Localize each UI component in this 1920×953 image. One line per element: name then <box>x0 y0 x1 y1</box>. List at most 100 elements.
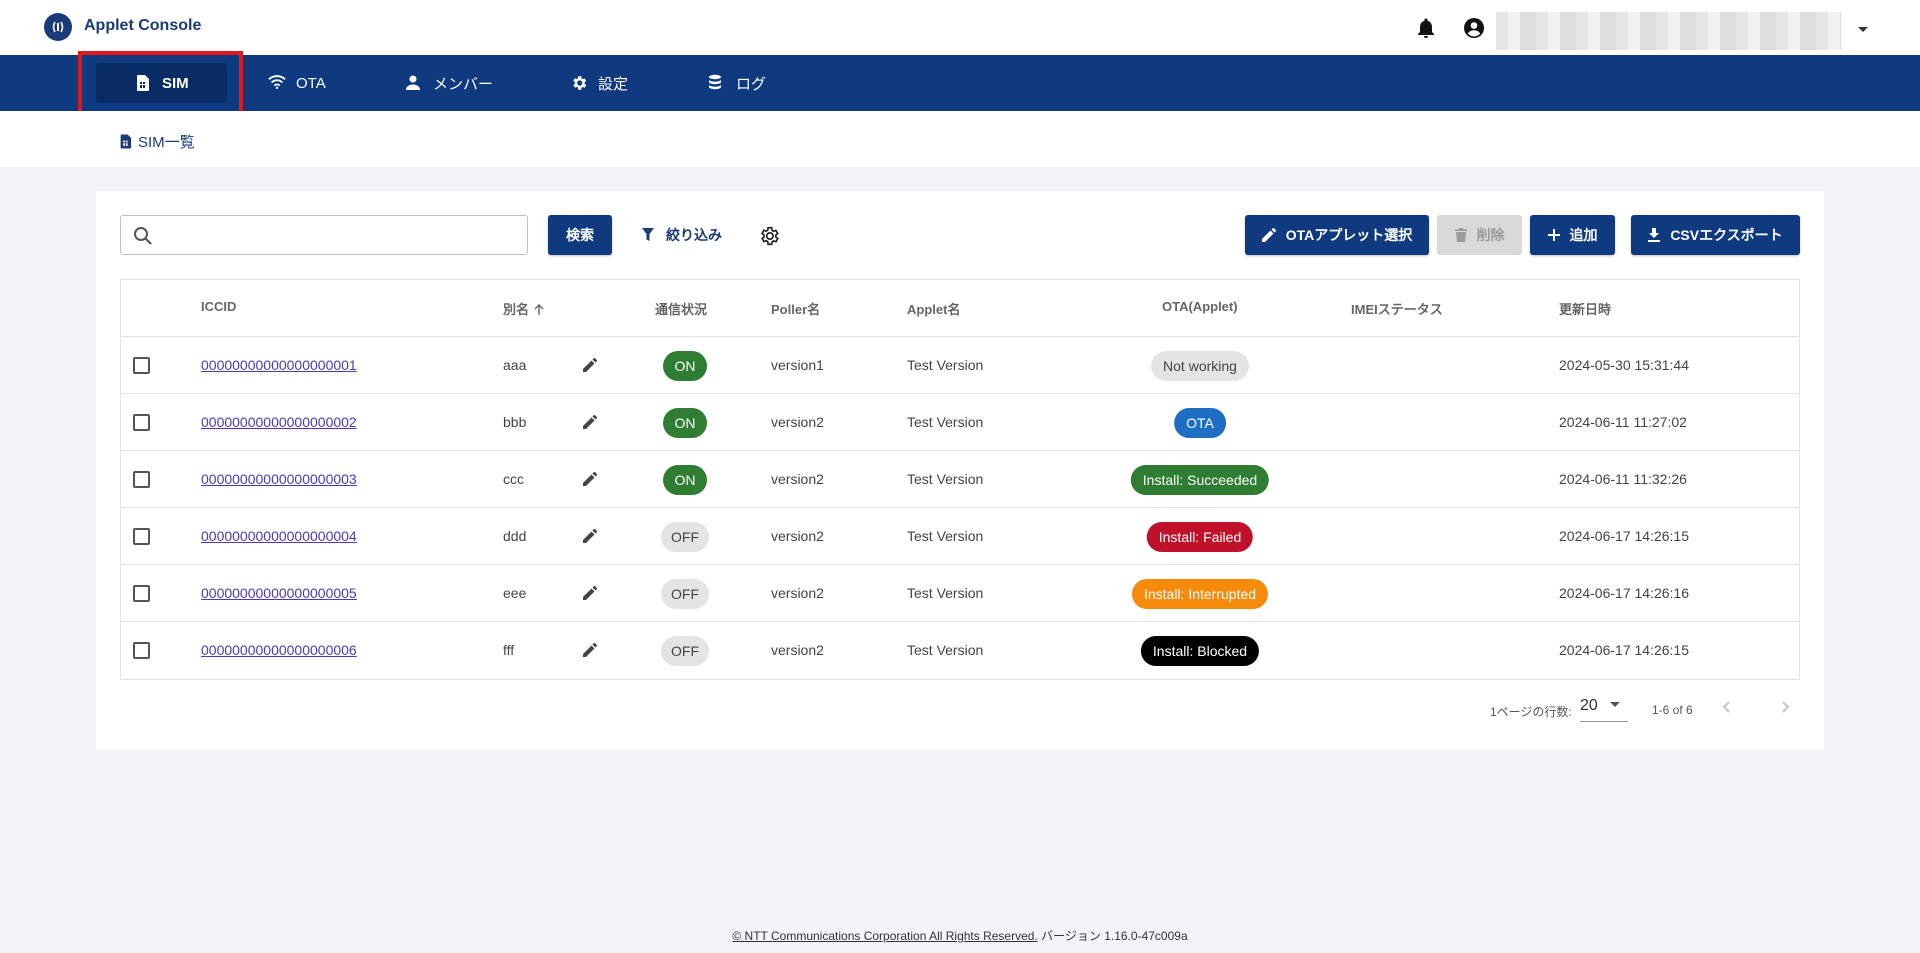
nav-item-label: ログ <box>736 75 767 93</box>
edit-pencil-icon[interactable] <box>583 643 597 657</box>
column-header-iccid[interactable]: ICCID <box>201 299 236 314</box>
sim-card-icon <box>134 74 152 92</box>
search-button[interactable]: 検索 <box>548 215 612 255</box>
column-settings-gear-icon[interactable] <box>758 225 780 247</box>
row-checkbox[interactable] <box>133 471 150 488</box>
row-checkbox[interactable] <box>133 528 150 545</box>
table-row: 00000000000000000006 fff OFF version2 Te… <box>121 622 1799 679</box>
nav-item-sim[interactable]: SIM <box>96 63 227 103</box>
status-pill: OFF <box>661 636 709 666</box>
poller-cell: version2 <box>771 414 824 430</box>
chevron-left-icon[interactable] <box>1719 699 1735 715</box>
alias-cell: fff <box>503 642 515 658</box>
nav-item-ota[interactable]: OTA <box>268 63 326 103</box>
row-checkbox[interactable] <box>133 642 150 659</box>
column-header-poller[interactable]: Poller名 <box>771 299 820 318</box>
copyright-link[interactable]: © NTT Communications Corporation All Rig… <box>732 929 1037 943</box>
delete-label: 削除 <box>1476 227 1505 243</box>
applet-cell: Test Version <box>907 528 984 544</box>
poller-cell: version2 <box>771 471 824 487</box>
download-icon <box>1648 228 1661 242</box>
row-checkbox[interactable] <box>133 414 150 431</box>
alias-cell: eee <box>503 585 527 601</box>
nav-item-logs[interactable]: ログ <box>708 63 766 103</box>
gear-icon <box>570 74 588 92</box>
ota-status-badge: Install: Blocked <box>1140 636 1260 666</box>
breadcrumb-label: SIM一覧 <box>138 134 195 151</box>
column-header-imei[interactable]: IMEIステータス <box>1351 299 1443 318</box>
alias-cell: ccc <box>503 471 524 487</box>
nav-item-settings[interactable]: 設定 <box>570 63 628 103</box>
edit-pencil-icon[interactable] <box>583 472 597 486</box>
database-icon <box>708 74 726 92</box>
ota-applet-select-label: OTAアプレット選択 <box>1285 227 1413 243</box>
table-row: 00000000000000000005 eee OFF version2 Te… <box>121 565 1799 622</box>
search-icon <box>134 227 152 245</box>
edit-pencil-icon[interactable] <box>583 358 597 372</box>
breadcrumb[interactable]: SIM一覧 <box>118 131 195 152</box>
poller-cell: version1 <box>771 357 824 373</box>
table-row: 00000000000000000001 aaa ON version1 Tes… <box>121 337 1799 394</box>
csv-export-button[interactable]: CSVエクスポート <box>1631 215 1800 255</box>
ota-status-badge: OTA <box>1174 408 1226 438</box>
breadcrumb-bar: SIM一覧 <box>0 111 1920 167</box>
alias-cell: aaa <box>503 357 527 373</box>
applet-cell: Test Version <box>907 414 984 430</box>
iccid-link[interactable]: 00000000000000000005 <box>201 585 357 601</box>
updated-cell: 2024-06-11 11:27:02 <box>1559 414 1687 430</box>
search-button-label: 検索 <box>566 227 594 243</box>
footer: © NTT Communications Corporation All Rig… <box>0 927 1920 944</box>
search-field[interactable] <box>120 215 528 255</box>
iccid-link[interactable]: 00000000000000000004 <box>201 528 357 544</box>
iccid-link[interactable]: 00000000000000000001 <box>201 357 357 373</box>
caret-down-icon[interactable] <box>1856 22 1870 32</box>
nav-item-members[interactable]: メンバー <box>405 63 493 103</box>
broadcast-icon <box>44 13 72 41</box>
applet-cell: Test Version <box>907 585 984 601</box>
pencil-icon <box>1261 228 1276 242</box>
column-header-alias[interactable]: 別名 <box>503 299 545 318</box>
column-header-ota[interactable]: OTA(Applet) <box>1162 299 1238 314</box>
wifi-icon <box>268 74 286 92</box>
iccid-link[interactable]: 00000000000000000002 <box>201 414 357 430</box>
alias-cell: ddd <box>503 528 527 544</box>
edit-pencil-icon[interactable] <box>583 586 597 600</box>
column-header-updated[interactable]: 更新日時 <box>1559 299 1611 318</box>
applet-cell: Test Version <box>907 357 984 373</box>
table-row: 00000000000000000004 ddd OFF version2 Te… <box>121 508 1799 565</box>
edit-pencil-icon[interactable] <box>583 415 597 429</box>
app-title: Applet Console <box>84 17 202 34</box>
edit-pencil-icon[interactable] <box>583 529 597 543</box>
iccid-link[interactable]: 00000000000000000006 <box>201 642 357 658</box>
version-text: バージョン 1.16.0-47c009a <box>1041 929 1188 943</box>
add-label: 追加 <box>1569 227 1598 243</box>
column-header-applet[interactable]: Applet名 <box>907 299 960 318</box>
add-button[interactable]: 追加 <box>1530 215 1615 255</box>
account-circle-icon[interactable] <box>1462 16 1486 40</box>
updated-cell: 2024-06-17 14:26:16 <box>1559 585 1689 601</box>
alias-cell: bbb <box>503 414 527 430</box>
row-checkbox[interactable] <box>133 585 150 602</box>
row-checkbox[interactable] <box>133 357 150 374</box>
filter-button[interactable]: 絞り込み <box>642 225 722 245</box>
table-row: 00000000000000000002 bbb ON version2 Tes… <box>121 394 1799 451</box>
rows-per-page-select[interactable]: 20 <box>1580 694 1628 722</box>
table-row: 00000000000000000003 ccc ON version2 Tes… <box>121 451 1799 508</box>
applet-cell: Test Version <box>907 642 984 658</box>
status-pill: ON <box>663 351 707 381</box>
iccid-link[interactable]: 00000000000000000003 <box>201 471 357 487</box>
nav-item-label: メンバー <box>433 75 494 93</box>
filter-label: 絞り込み <box>666 227 722 243</box>
table-header: ICCID 別名 通信状況 Poller名 Applet名 OTA(Applet… <box>121 280 1799 337</box>
main-nav: SIM OTA メンバー 設定 ログ <box>0 55 1920 111</box>
sim-list-card: 検索 絞り込み OTAアプレット選択 削除 追加 CSVエクスポート ICCID… <box>96 191 1824 750</box>
chevron-right-icon[interactable] <box>1777 699 1793 715</box>
status-pill: ON <box>663 465 707 495</box>
search-input[interactable] <box>161 220 521 250</box>
ota-applet-select-button[interactable]: OTAアプレット選択 <box>1245 215 1429 255</box>
column-header-status[interactable]: 通信状況 <box>655 299 707 318</box>
caret-down-icon <box>1610 702 1620 707</box>
account-name-redacted <box>1496 12 1841 50</box>
bell-icon[interactable] <box>1414 16 1438 40</box>
delete-button[interactable]: 削除 <box>1437 215 1522 255</box>
